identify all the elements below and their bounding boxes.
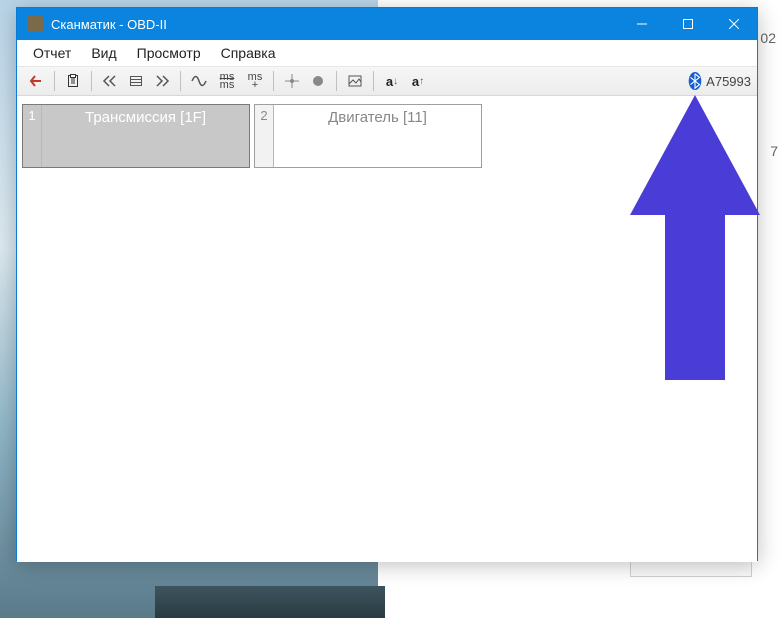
toolbar-separator [273, 71, 274, 91]
toolbar-separator [54, 71, 55, 91]
forward-icon[interactable] [150, 69, 174, 93]
crosshair-icon[interactable] [280, 69, 304, 93]
node-engine[interactable]: 2 Двигатель [11] [254, 104, 482, 168]
app-icon [27, 16, 43, 32]
bg-text-top: 02 [760, 30, 776, 46]
toolbar-separator [373, 71, 374, 91]
font-down-icon[interactable]: a↓ [380, 69, 404, 93]
close-button[interactable] [711, 8, 757, 40]
toolbar: msms ms+ a↓ a↑ [17, 67, 757, 96]
toolbar-separator [180, 71, 181, 91]
node-label: Трансмиссия [1F] [42, 105, 249, 167]
ms-plus-icon[interactable]: ms+ [243, 69, 267, 93]
bluetooth-status: A75993 [688, 72, 751, 90]
annotation-arrow-icon [630, 95, 760, 385]
font-up-icon[interactable]: a↑ [406, 69, 430, 93]
bg-text-mid: 7 [770, 143, 778, 159]
bluetooth-icon [688, 72, 702, 90]
rewind-icon[interactable] [98, 69, 122, 93]
menu-report[interactable]: Отчет [23, 43, 81, 63]
menu-browse[interactable]: Просмотр [127, 43, 211, 63]
window-title: Сканматик - OBD-II [51, 17, 619, 32]
toolbar-separator [91, 71, 92, 91]
image-icon[interactable] [343, 69, 367, 93]
minimize-button[interactable] [619, 8, 665, 40]
menu-help[interactable]: Справка [211, 43, 286, 63]
titlebar[interactable]: Сканматик - OBD-II [17, 8, 757, 40]
sine-icon[interactable] [187, 69, 211, 93]
node-number: 2 [255, 105, 274, 167]
bluetooth-id: A75993 [706, 74, 751, 89]
list-icon[interactable] [124, 69, 148, 93]
clipboard-icon[interactable] [61, 69, 85, 93]
maximize-button[interactable] [665, 8, 711, 40]
menubar: Отчет Вид Просмотр Справка [17, 40, 757, 67]
desktop-strip [155, 586, 385, 618]
record-icon[interactable] [306, 69, 330, 93]
node-label: Двигатель [11] [274, 105, 481, 167]
back-arrow-icon[interactable] [24, 69, 48, 93]
ms-icon[interactable]: msms [213, 69, 241, 93]
toolbar-separator [336, 71, 337, 91]
node-number: 1 [23, 105, 42, 167]
node-transmission[interactable]: 1 Трансмиссия [1F] [22, 104, 250, 168]
menu-view[interactable]: Вид [81, 43, 126, 63]
